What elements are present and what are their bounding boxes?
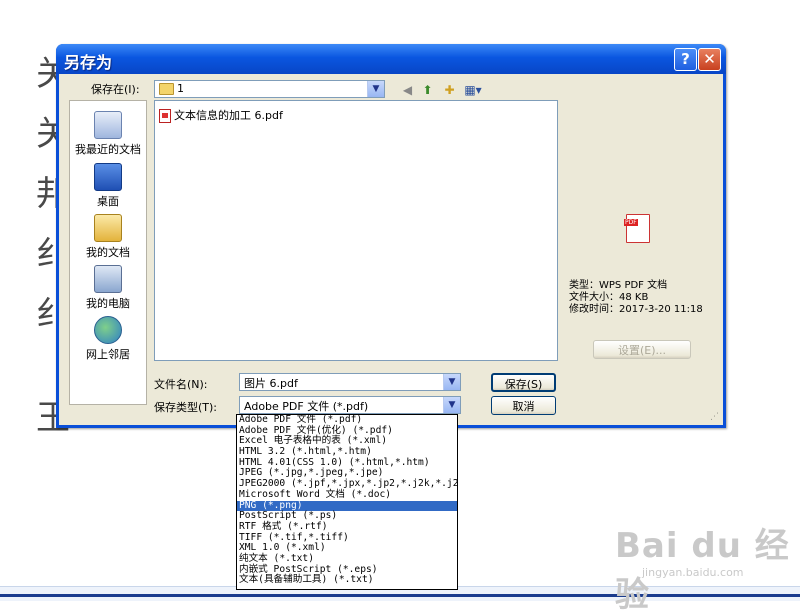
file-type-dropdown: Adobe PDF 文件 (*.pdf) Adobe PDF 文件(优化) (*…	[236, 414, 458, 590]
chevron-down-icon[interactable]: ▼	[443, 374, 460, 390]
dropdown-option[interactable]: RTF 格式 (*.rtf)	[237, 521, 457, 533]
chevron-down-icon[interactable]: ▼	[367, 81, 384, 97]
network-places-icon	[94, 316, 122, 344]
place-label: 桌面	[97, 195, 119, 208]
dropdown-option[interactable]: Microsoft Word 文档 (*.doc)	[237, 489, 457, 501]
file-name-input[interactable]: 图片 6.pdf ▼	[239, 373, 461, 391]
place-label: 网上邻居	[86, 348, 130, 361]
file-type-select[interactable]: Adobe PDF 文件 (*.pdf) ▼	[239, 396, 461, 414]
save-button[interactable]: 保存(S)	[491, 373, 556, 392]
save-in-combo[interactable]: 1 ▼	[154, 80, 385, 98]
view-menu-icon[interactable]: ▦▾	[461, 82, 485, 99]
save-in-value: 1	[177, 82, 184, 95]
pdf-preview-icon: PDF	[624, 214, 650, 243]
pdf-tag: PDF	[624, 219, 638, 226]
file-list[interactable]: 文本信息的加工 6.pdf	[154, 100, 558, 361]
dialog-title: 另存为	[64, 53, 113, 72]
recent-docs-icon	[94, 111, 122, 139]
save-as-dialog: 另存为 ? ✕ 保存在(I): 1 ▼ ◀ ⬆ ✚ ▦▾ 我最近的文档 桌面 我…	[56, 44, 726, 428]
preview-modified: 修改时间：2017-3-20 11:18	[569, 304, 703, 315]
my-documents-icon	[94, 214, 122, 242]
dropdown-option[interactable]: 文本(具备辅助工具) (*.txt)	[237, 575, 457, 586]
places-bar: 我最近的文档 桌面 我的文档 我的电脑 网上邻居	[69, 100, 147, 405]
up-folder-icon[interactable]: ⬆	[419, 82, 436, 99]
file-name-value: 图片 6.pdf	[244, 377, 298, 390]
new-folder-icon[interactable]: ✚	[441, 82, 458, 99]
place-my-documents[interactable]: 我的文档	[70, 214, 146, 260]
file-name: 文本信息的加工 6.pdf	[174, 109, 283, 122]
place-label: 我的文档	[86, 246, 130, 259]
place-my-computer[interactable]: 我的电脑	[70, 265, 146, 311]
cancel-button[interactable]: 取消	[491, 396, 556, 415]
close-button[interactable]: ✕	[698, 48, 721, 71]
dialog-body: 保存在(I): 1 ▼ ◀ ⬆ ✚ ▦▾ 我最近的文档 桌面 我的文档 我的电脑…	[59, 74, 723, 425]
folder-icon	[159, 83, 174, 95]
place-label: 我的电脑	[86, 297, 130, 310]
place-desktop[interactable]: 桌面	[70, 163, 146, 209]
file-name-label: 文件名(N):	[154, 378, 208, 391]
place-label: 我最近的文档	[75, 143, 141, 156]
file-type-label: 保存类型(T):	[154, 401, 218, 414]
place-recent[interactable]: 我最近的文档	[70, 111, 146, 157]
dialog-titlebar[interactable]: 另存为 ? ✕	[56, 44, 726, 74]
file-type-value: Adobe PDF 文件 (*.pdf)	[244, 400, 369, 413]
save-in-label: 保存在(I):	[91, 83, 140, 96]
file-item[interactable]: 文本信息的加工 6.pdf	[159, 107, 283, 123]
back-icon[interactable]: ◀	[399, 82, 416, 99]
help-button[interactable]: ?	[674, 48, 697, 71]
resize-grip-icon[interactable]: ⋰	[710, 412, 719, 422]
desktop-icon	[94, 163, 122, 191]
chevron-down-icon[interactable]: ▼	[443, 397, 460, 413]
settings-button[interactable]: 设置(E)...	[593, 340, 691, 359]
pdf-file-icon	[159, 109, 171, 123]
place-network[interactable]: 网上邻居	[70, 316, 146, 362]
my-computer-icon	[94, 265, 122, 293]
baidu-watermark-url: jingyan.baidu.com	[642, 566, 744, 579]
